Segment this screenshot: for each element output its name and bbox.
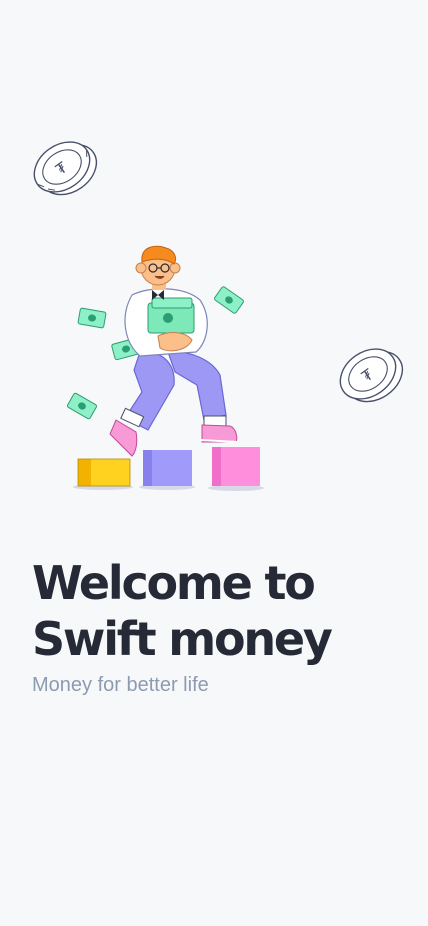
coin-icon: ₮ <box>33 141 98 196</box>
welcome-screen: ₮ ₮ Welcome to Swift money Money for bet… <box>0 0 428 926</box>
subtitle: Money for better life <box>32 674 209 696</box>
page-title: Welcome to Swift money <box>32 555 412 667</box>
banknote-icon <box>214 286 244 314</box>
title-line-1: Welcome to <box>32 556 316 610</box>
banknote-icon <box>77 307 107 329</box>
coin-icon: ₮ <box>339 348 404 403</box>
block-steps <box>73 447 264 491</box>
title-line-2: Swift money <box>32 612 333 666</box>
welcome-illustration: ₮ ₮ <box>33 141 404 491</box>
banknote-icon <box>66 392 98 420</box>
